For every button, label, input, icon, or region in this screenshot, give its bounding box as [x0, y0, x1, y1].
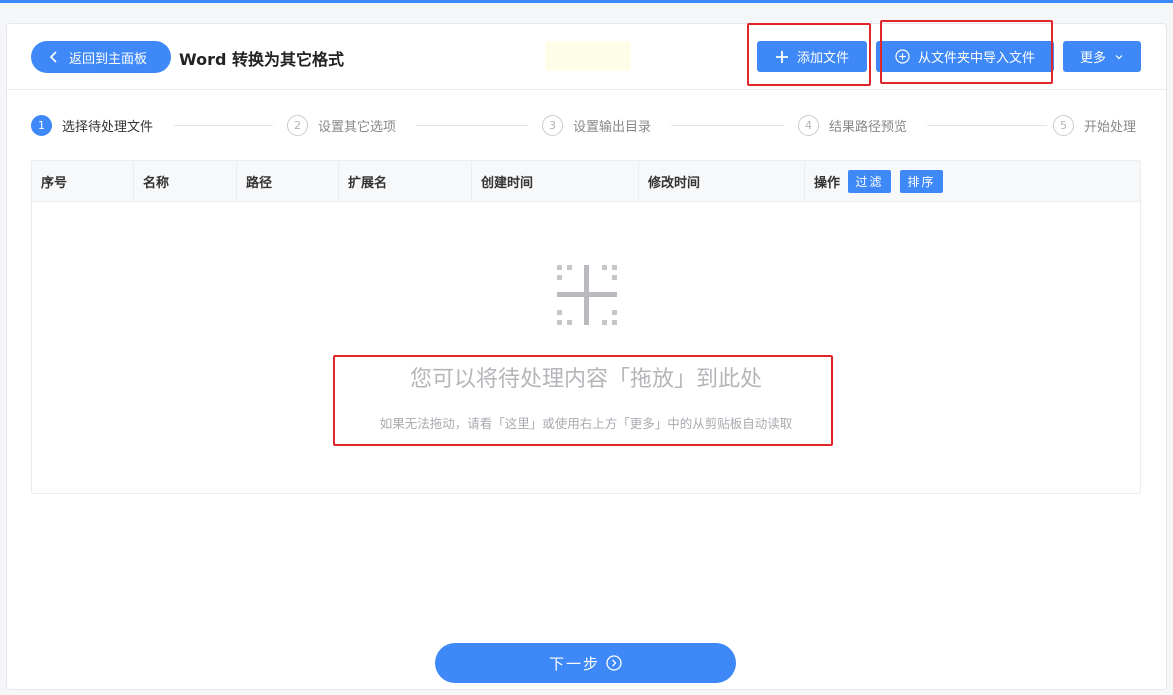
column-header-modified-time: 修改时间: [639, 161, 805, 202]
drag-drop-icon: [557, 265, 617, 325]
filter-button[interactable]: 过滤: [848, 170, 892, 193]
step-select-files[interactable]: 1 选择待处理文件: [31, 114, 153, 136]
file-table: 序号 名称 路径 扩展名 创建时间 修改时间 操作 过滤 排序 您可以将待处理内…: [31, 160, 1141, 494]
step-connector: [174, 125, 273, 126]
plus-icon: [775, 50, 789, 64]
step-label: 开始处理: [1084, 119, 1137, 135]
step-other-options[interactable]: 2 设置其它选项: [287, 114, 396, 136]
faded-placeholder: [545, 41, 631, 71]
step-start-processing[interactable]: 5 开始处理: [1053, 114, 1136, 136]
step-number: 1: [31, 114, 52, 136]
import-from-folder-label: 从文件夹中导入文件: [917, 51, 1035, 66]
back-button-label: 返回到主面板: [69, 51, 148, 67]
step-result-preview[interactable]: 4 结果路径预览: [798, 114, 907, 136]
more-label: 更多: [1079, 51, 1106, 66]
next-step-button[interactable]: 下一步: [435, 643, 736, 683]
column-header-actions: 操作 过滤 排序: [805, 161, 1142, 202]
step-label: 选择待处理文件: [62, 119, 154, 135]
more-menu-button[interactable]: 更多: [1063, 41, 1141, 72]
next-step-label: 下一步: [548, 654, 600, 673]
column-header-index: 序号: [32, 161, 134, 202]
step-number: 2: [287, 114, 308, 136]
step-connector: [416, 125, 528, 126]
step-label: 结果路径预览: [829, 119, 908, 135]
dropzone-hint: 如果无法拖动，请看「这里」或使用右上方「更多」中的从剪贴板自动读取: [379, 416, 793, 431]
column-header-path: 路径: [237, 161, 339, 202]
step-number: 5: [1053, 114, 1074, 136]
actions-label: 操作: [814, 176, 841, 191]
step-progress: 1 选择待处理文件 2 设置其它选项 3 设置输出目录 4 结果路径预览 5 开…: [31, 114, 1146, 136]
dropzone-message: 您可以将待处理内容「拖放」到此处: [409, 367, 762, 392]
step-connector: [671, 125, 784, 126]
circle-arrow-right-icon: [606, 655, 622, 671]
step-connector: [927, 125, 1047, 126]
chevron-left-icon: [49, 51, 57, 63]
table-header: 序号 名称 路径 扩展名 创建时间 修改时间 操作 过滤 排序: [32, 161, 1140, 202]
column-header-created-time: 创建时间: [472, 161, 639, 202]
add-file-label: 添加文件: [796, 51, 849, 66]
add-file-button[interactable]: 添加文件: [757, 41, 867, 72]
page-title: Word 转换为其它格式: [179, 50, 344, 69]
chevron-down-icon: [1114, 52, 1124, 62]
step-label: 设置输出目录: [573, 119, 652, 135]
header-bar: 返回到主面板 Word 转换为其它格式 添加文件 从文件夹中导入文件 更多: [7, 24, 1166, 90]
step-number: 3: [542, 114, 563, 136]
column-header-name: 名称: [134, 161, 237, 202]
step-label: 设置其它选项: [318, 119, 397, 135]
back-to-dashboard-button[interactable]: 返回到主面板: [31, 41, 171, 73]
step-output-directory[interactable]: 3 设置输出目录: [542, 114, 651, 136]
main-panel: 返回到主面板 Word 转换为其它格式 添加文件 从文件夹中导入文件 更多 1 …: [6, 23, 1167, 690]
top-accent-line: [0, 0, 1173, 3]
step-number: 4: [798, 114, 819, 136]
column-header-extension: 扩展名: [339, 161, 472, 202]
circle-plus-icon: [895, 49, 910, 64]
sort-button[interactable]: 排序: [900, 170, 944, 193]
import-from-folder-button[interactable]: 从文件夹中导入文件: [876, 41, 1054, 72]
